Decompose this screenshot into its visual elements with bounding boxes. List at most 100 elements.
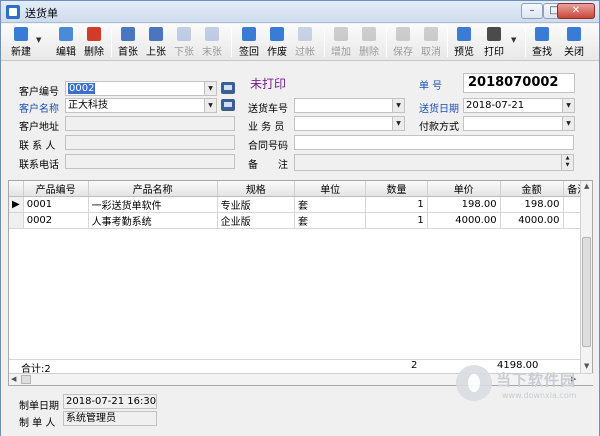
first-record-button[interactable]: 首张	[115, 26, 141, 59]
cell-price[interactable]: 198.00	[427, 196, 501, 213]
last-record-button[interactable]: 末张	[199, 26, 225, 59]
customer-name-lookup-icon[interactable]	[221, 99, 235, 111]
close-window-button[interactable]: ✕	[557, 3, 595, 19]
contact-field[interactable]	[65, 135, 235, 150]
customer-code-field[interactable]: 0002 ▼	[65, 81, 217, 96]
cell-qty[interactable]: 1	[365, 196, 428, 213]
chevron-down-icon[interactable]: ▼	[204, 82, 216, 95]
new-dropdown-arrow-icon[interactable]: ▼	[36, 36, 41, 44]
column-header[interactable]: 单位	[294, 181, 367, 197]
docno-field[interactable]: 2018070002	[463, 73, 575, 93]
vertical-scrollbar[interactable]: ▲ ▼	[580, 181, 592, 373]
watermark: 当下软件园 www.downxia.com	[456, 355, 596, 425]
cell-qty[interactable]: 1	[365, 212, 428, 229]
remark-label: 备 注	[248, 160, 288, 171]
salesman-field[interactable]: ▼	[294, 116, 405, 131]
save-icon	[396, 27, 410, 41]
phone-label: 联系电话	[19, 160, 59, 171]
chevron-down-icon[interactable]: ▼	[562, 117, 574, 130]
contract-field[interactable]	[294, 135, 574, 150]
void-button[interactable]: 作废	[264, 26, 290, 59]
cell-code[interactable]: 0001	[23, 196, 89, 213]
customer-name-field[interactable]: 正大科技 ▼	[65, 98, 217, 113]
summary-qty-total: 2	[411, 360, 418, 371]
vertical-scroll-thumb[interactable]	[582, 237, 591, 347]
column-header[interactable]: 单价	[427, 181, 501, 197]
toolbar-separator	[386, 29, 387, 57]
chevron-down-icon[interactable]: ▼	[562, 99, 574, 112]
next-icon	[177, 27, 191, 41]
title-bar: 送货单 – □ ✕	[1, 1, 599, 23]
search-icon	[535, 27, 549, 41]
post-icon	[298, 27, 312, 41]
cell-amount[interactable]: 198.00	[500, 196, 564, 213]
print-icon	[487, 27, 501, 41]
horizontal-scroll-thumb[interactable]	[21, 375, 31, 384]
column-header[interactable]: 金额	[500, 181, 564, 197]
sign-back-button[interactable]: 签回	[236, 26, 262, 59]
close-button[interactable]: 关闭	[561, 26, 587, 59]
delivery-date-field[interactable]: 2018-07-21 ▼	[463, 98, 575, 113]
next-record-button[interactable]: 下张	[171, 26, 197, 59]
print-dropdown-arrow-icon[interactable]: ▼	[511, 36, 516, 44]
cell-spec[interactable]: 专业版	[217, 196, 296, 213]
created-date-label: 制单日期	[19, 401, 59, 412]
add-row-button[interactable]: 增加	[328, 26, 354, 59]
items-table: 产品编号 产品名称 规格 单位 数量 单价 金额 备注 ▶ 0001 一彩送货单…	[9, 181, 592, 229]
vehicle-label: 送货车号	[248, 104, 288, 115]
last-icon	[205, 27, 219, 41]
minimize-button[interactable]: –	[521, 3, 543, 19]
cell-name[interactable]: 人事考勤系统	[88, 212, 218, 229]
phone-field[interactable]	[65, 154, 235, 169]
docno-label: 单 号	[419, 81, 443, 92]
cancel-button[interactable]: 取消	[418, 26, 444, 59]
column-header[interactable]: 数量	[365, 181, 428, 197]
cell-amount[interactable]: 4000.00	[500, 212, 564, 229]
column-header[interactable]: 产品名称	[88, 181, 218, 197]
post-button[interactable]: 过帐	[292, 26, 318, 59]
contact-label: 联 系 人	[19, 141, 56, 152]
print-button[interactable]: 打印	[481, 26, 507, 59]
customer-lookup-icon[interactable]	[221, 82, 235, 94]
cell-unit[interactable]: 套	[294, 196, 367, 213]
row-indicator-header	[9, 181, 24, 197]
new-button[interactable]: 新建	[7, 26, 35, 59]
remove-icon	[362, 27, 376, 41]
address-field[interactable]	[65, 116, 235, 131]
sign-back-icon	[242, 27, 256, 41]
prev-record-button[interactable]: 上张	[143, 26, 169, 59]
remark-spinner-icon[interactable]: ▲ ▼	[561, 155, 573, 170]
current-row-indicator-icon: ▶	[9, 196, 24, 213]
preview-button[interactable]: 预览	[451, 26, 477, 59]
table-row[interactable]: 0002 人事考勤系统 企业版 套 1 4000.00 4000.00	[9, 212, 592, 229]
column-header[interactable]: 产品编号	[23, 181, 89, 197]
delete-button[interactable]: 删除	[81, 26, 107, 59]
save-button[interactable]: 保存	[390, 26, 416, 59]
cell-code[interactable]: 0002	[23, 212, 89, 229]
cell-spec[interactable]: 企业版	[217, 212, 296, 229]
toolbar: 新建 ▼ 编辑 删除 首张 上张 下张 末张 签回 作废 过帐 增加 删除 保存…	[1, 24, 599, 61]
customer-name-value: 正大科技	[68, 100, 108, 111]
cell-unit[interactable]: 套	[294, 212, 367, 229]
app-window: 送货单 – □ ✕ 新建 ▼ 编辑 删除 首张 上张 下张 末张 签回 作废 过…	[0, 0, 600, 436]
edit-icon	[59, 27, 73, 41]
vehicle-field[interactable]: ▼	[294, 98, 405, 113]
remark-field[interactable]: ▲ ▼	[294, 154, 574, 171]
payment-field[interactable]: ▼	[463, 116, 575, 131]
cell-name[interactable]: 一彩送货单软件	[88, 196, 218, 213]
salesman-label: 业 务 员	[248, 122, 285, 133]
remove-row-button[interactable]: 删除	[356, 26, 382, 59]
column-header[interactable]: 规格	[217, 181, 296, 197]
table-row[interactable]: ▶ 0001 一彩送货单软件 专业版 套 1 198.00 198.00	[9, 196, 592, 213]
scroll-left-icon[interactable]: ◀	[11, 375, 16, 383]
header-form: 客户编号 0002 ▼ 客户名称 正大科技 ▼ 客户地址 联 系 人 联系电话 未打…	[1, 62, 599, 179]
chevron-down-icon[interactable]: ▼	[392, 117, 404, 130]
watermark-text: 当下软件园	[496, 371, 577, 389]
edit-button[interactable]: 编辑	[53, 26, 79, 59]
cell-price[interactable]: 4000.00	[427, 212, 501, 229]
search-button[interactable]: 查找	[529, 26, 555, 59]
chevron-down-icon[interactable]: ▼	[392, 99, 404, 112]
chevron-down-icon[interactable]: ▼	[204, 99, 216, 112]
undo-icon	[424, 27, 438, 41]
scroll-up-icon[interactable]: ▲	[584, 182, 589, 190]
